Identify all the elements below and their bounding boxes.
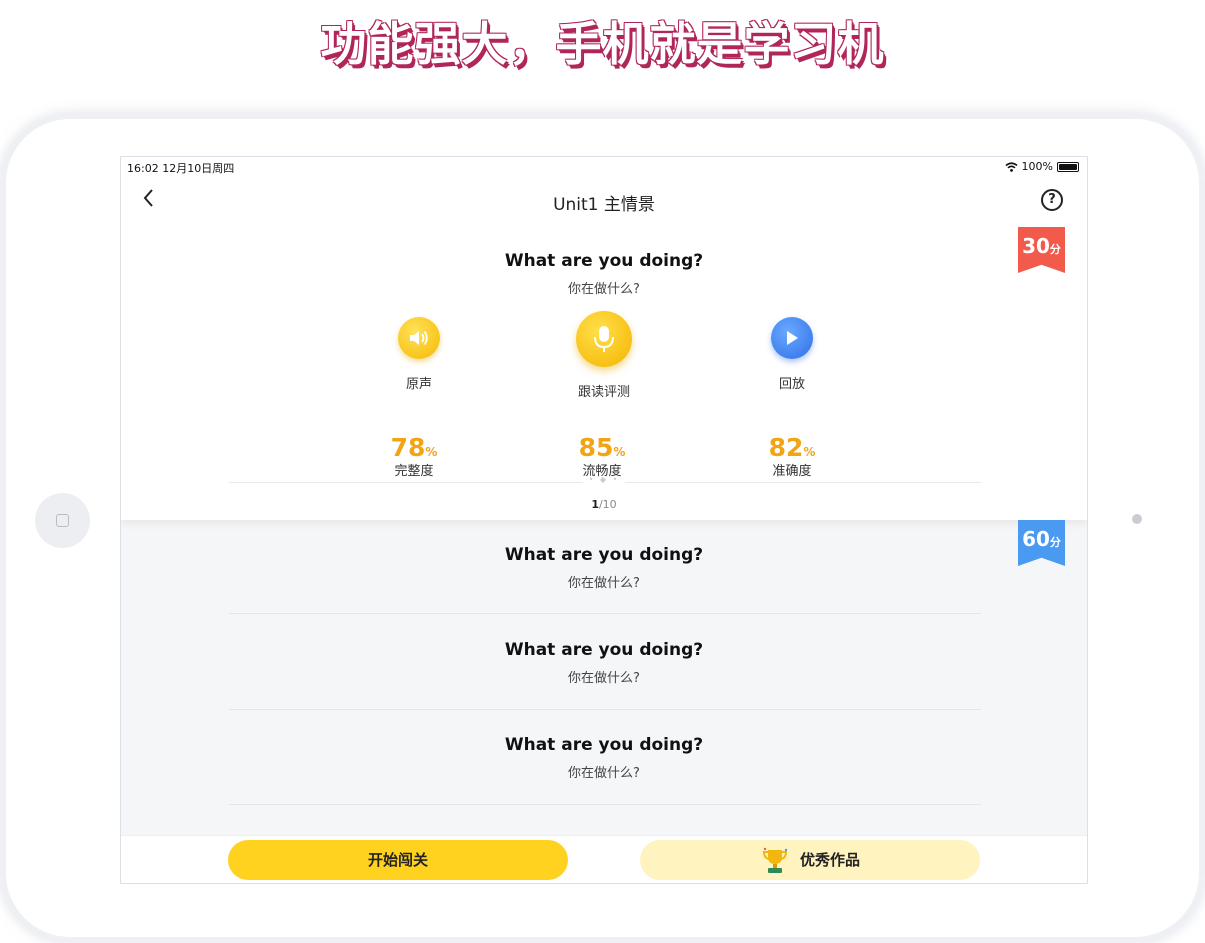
accuracy-unit: % bbox=[803, 445, 816, 459]
status-time-date: 16:02 12月10日周四 bbox=[127, 162, 235, 175]
sentence-chinese: 你在做什么? bbox=[568, 766, 640, 781]
accuracy-value: 82 bbox=[768, 433, 804, 462]
fluency-unit: % bbox=[613, 445, 626, 459]
sentence-pager: 1/10 bbox=[121, 498, 1087, 511]
pager-total: /10 bbox=[598, 498, 617, 511]
pager-current: 1 bbox=[591, 498, 599, 511]
status-right: 100% bbox=[1005, 160, 1079, 173]
sentence-english: What are you doing? bbox=[504, 735, 704, 755]
accuracy-label: 准确度 bbox=[772, 464, 812, 479]
excellent-works-button[interactable]: 优秀作品 bbox=[640, 840, 980, 880]
playback-label: 回放 bbox=[778, 377, 805, 392]
list-item[interactable]: What are you doing? 你在做什么? bbox=[121, 520, 1087, 615]
original-label: 原声 bbox=[405, 377, 432, 392]
row-divider bbox=[229, 613, 981, 614]
status-bar: 16:02 12月10日周四 100% bbox=[121, 157, 1087, 177]
completeness-unit: % bbox=[425, 445, 438, 459]
home-square-icon bbox=[56, 514, 69, 527]
speaker-button[interactable] bbox=[398, 317, 440, 359]
excellent-works-label: 优秀作品 bbox=[799, 851, 860, 869]
play-button[interactable] bbox=[771, 317, 813, 359]
sentence-chinese: 你在做什么? bbox=[568, 671, 640, 686]
list-item[interactable]: What are you doing? 你在做什么? bbox=[121, 615, 1087, 710]
microphone-icon bbox=[594, 326, 614, 352]
promo-headline: 功能强大，手机就是学习机 bbox=[320, 17, 885, 71]
sentence-english: What are you doing? bbox=[504, 251, 704, 271]
app-screen: 16:02 12月10日周四 100% Unit1 主情景 ? 30分 What… bbox=[120, 156, 1088, 884]
footer-bar: 开始闯关 优秀作品 bbox=[121, 835, 1087, 883]
fluency-label: 流畅度 bbox=[582, 464, 622, 479]
sentence-chinese: 你在做什么? bbox=[568, 282, 640, 297]
wifi-icon bbox=[1005, 161, 1018, 172]
battery-icon bbox=[1057, 161, 1079, 172]
fluency-value: 85 bbox=[578, 433, 614, 462]
playback-control: 回放 bbox=[742, 317, 842, 392]
active-sentence-card[interactable]: 30分 What are you doing? 你在做什么? 原声 跟读评测 回… bbox=[121, 223, 1087, 520]
front-camera bbox=[1132, 514, 1142, 524]
record-control: 跟读评测 bbox=[554, 311, 654, 400]
list-item[interactable]: What are you doing? 你在做什么? bbox=[121, 710, 1087, 805]
original-audio-control: 原声 bbox=[369, 317, 469, 392]
completeness-label: 完整度 bbox=[394, 464, 434, 479]
score-completeness: 78% 完整度 bbox=[354, 433, 474, 479]
play-icon bbox=[787, 331, 798, 345]
help-icon[interactable]: ? bbox=[1041, 189, 1063, 211]
score-accuracy: 82% 准确度 bbox=[732, 433, 852, 479]
sentence-chinese: 你在做什么? bbox=[568, 576, 640, 591]
speaker-icon bbox=[410, 330, 428, 346]
score-fluency: 85% 流畅度 bbox=[542, 433, 662, 479]
completeness-value: 78 bbox=[390, 433, 426, 462]
sentence-english: What are you doing? bbox=[504, 640, 704, 660]
battery-percent: 100% bbox=[1021, 160, 1053, 173]
sentence-english: What are you doing? bbox=[504, 545, 704, 565]
start-challenge-button[interactable]: 开始闯关 bbox=[228, 840, 568, 880]
nav-bar: Unit1 主情景 ? bbox=[121, 177, 1087, 223]
record-label: 跟读评测 bbox=[577, 385, 630, 400]
home-button[interactable] bbox=[35, 493, 90, 548]
row-divider bbox=[229, 804, 981, 805]
microphone-button[interactable] bbox=[576, 311, 632, 367]
page-title: Unit1 主情景 bbox=[553, 195, 655, 215]
trophy-icon bbox=[762, 847, 788, 873]
